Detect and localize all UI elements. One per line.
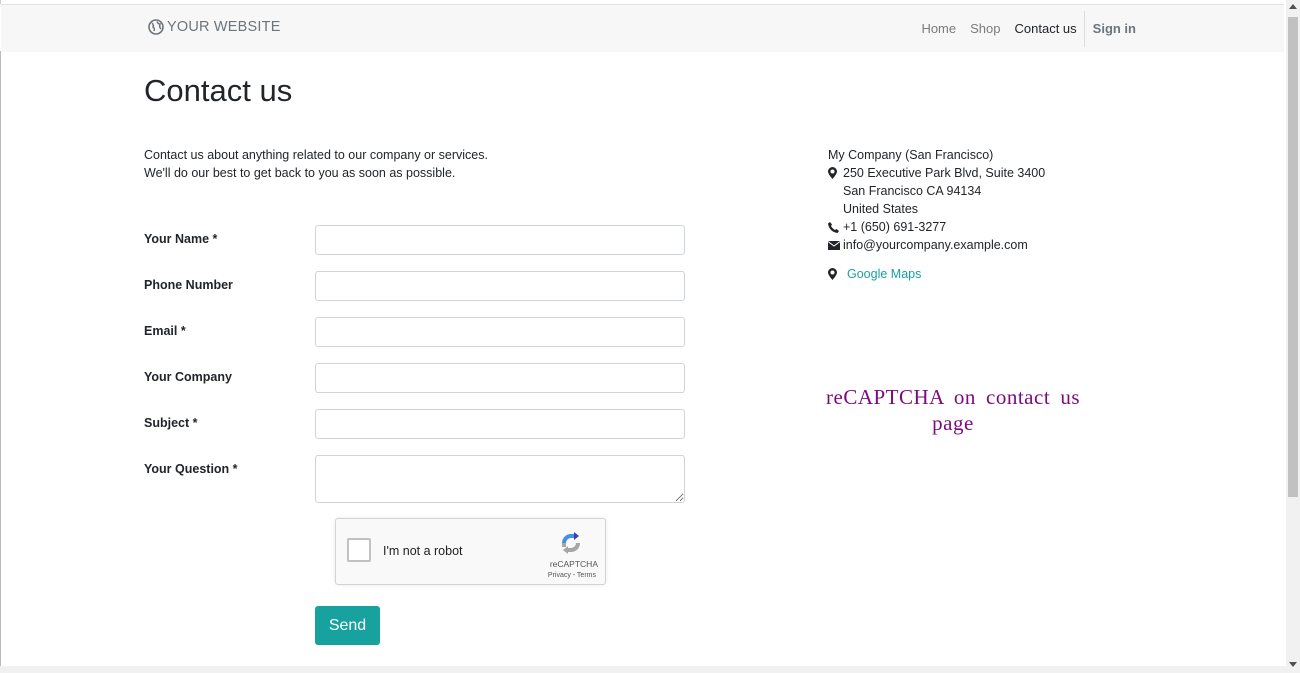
company-input[interactable] [315,363,685,393]
question-label: Your Question * [144,462,238,476]
phone-icon [828,221,843,233]
google-maps-link[interactable]: Google Maps [847,265,921,283]
envelope-icon [828,240,843,250]
form-row-question: Your Question * [144,455,689,503]
address-line-2: San Francisco CA 94134 [843,184,982,198]
annotation-caption: reCAPTCHA on contact us page [826,385,1080,435]
send-button[interactable]: Send [315,606,380,645]
company-phone: +1 (650) 691-3277 [843,220,947,234]
recaptcha-brand: reCAPTCHA [549,559,598,569]
question-textarea[interactable] [315,455,685,503]
address-line-1: 250 Executive Park Blvd, Suite 3400 [843,166,1046,180]
brand-text: YOUR WEBSITE [167,19,281,35]
nav-shop[interactable]: Shop [970,21,1000,36]
subject-label: Subject * [144,416,198,430]
address-line: 250 Executive Park Blvd, Suite 3400 [828,164,1045,182]
intro-line-1: Contact us about anything related to our… [144,148,488,162]
subject-input[interactable] [315,409,685,439]
company-email: info@yourcompany.example.com [843,238,1028,252]
email-line: info@yourcompany.example.com [828,236,1045,254]
form-row-subject: Subject * [144,409,689,441]
form-row-company: Your Company [144,363,689,395]
form-row-name: Your Name * [144,225,689,257]
window-bottom-edge [0,666,1286,673]
phone-input[interactable] [315,271,685,301]
email-input[interactable] [315,317,685,347]
page-title: Contact us [144,73,293,108]
intro-line-2: We'll do our best to get back to you as … [144,166,456,180]
nav-home[interactable]: Home [921,21,956,36]
company-name: My Company (San Francisco) [828,148,994,162]
company-address: My Company (San Francisco) 250 Executive… [828,146,1045,283]
main-menu: Home Shop Contact us Sign in [907,5,1136,52]
form-row-phone: Phone Number [144,271,689,303]
scrollbar-thumb[interactable] [1288,17,1298,497]
scroll-down-arrow-icon[interactable] [1289,662,1297,667]
phone-line: +1 (650) 691-3277 [828,218,1045,236]
phone-label: Phone Number [144,278,233,292]
vertical-scrollbar[interactable] [1286,0,1300,673]
recaptcha-privacy-terms[interactable]: Privacy - Terms [336,572,596,579]
company-label: Your Company [144,370,232,384]
name-label: Your Name * [144,232,218,246]
nav-contact-us[interactable]: Contact us [1015,21,1077,36]
globe-icon [148,19,164,35]
site-logo[interactable]: YOUR WEBSITE [148,19,281,35]
form-row-email: Email * [144,317,689,349]
window-left-edge [0,51,1,673]
scroll-up-arrow-icon[interactable] [1289,4,1297,9]
email-label: Email * [144,324,186,338]
recaptcha-widget: I'm not a robot reCAPTCHA Privacy - Term… [335,518,606,585]
sign-in-link[interactable]: Sign in [1093,21,1136,36]
map-marker-icon [828,167,843,179]
intro-text: Contact us about anything related to our… [144,146,488,182]
recaptcha-label: I'm not a robot [383,544,463,558]
recaptcha-logo-icon [562,532,580,554]
name-input[interactable] [315,225,685,255]
google-maps-line: Google Maps [828,265,1045,283]
map-marker-icon [828,268,843,280]
nav-divider [1083,10,1085,47]
address-line-3: United States [843,202,919,216]
top-navbar: YOUR WEBSITE Home Shop Contact us Sign i… [1,4,1284,52]
